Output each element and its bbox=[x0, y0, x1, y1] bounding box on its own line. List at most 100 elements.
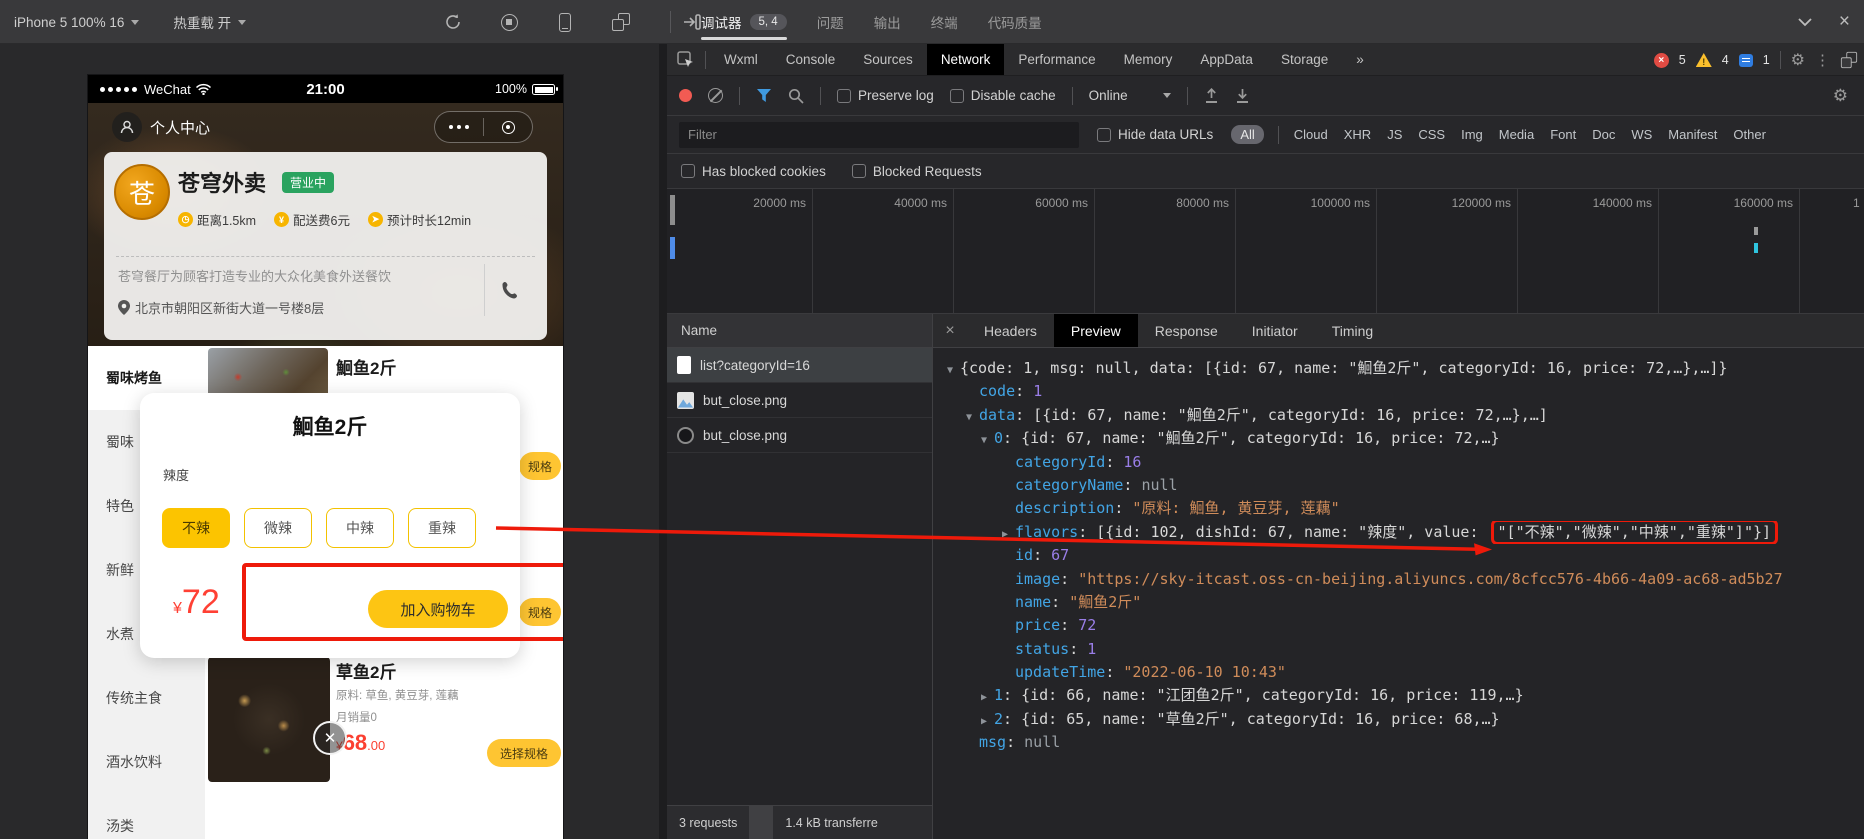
close-target-icon[interactable] bbox=[484, 120, 532, 134]
devtools-tab-wxml[interactable]: Wxml bbox=[710, 44, 772, 75]
filter-input[interactable] bbox=[679, 121, 1079, 148]
preview-tree-row[interactable]: ▼ {code: 1, msg: null, data: [{id: 67, na… bbox=[933, 357, 1864, 380]
phone-call-icon[interactable] bbox=[495, 274, 527, 306]
category-item[interactable]: 传统主食 bbox=[88, 666, 205, 730]
network-overview-timeline[interactable]: 20000 ms 40000 ms 60000 ms 80000 ms 100000 m… bbox=[667, 189, 1864, 314]
gear-icon[interactable]: ⚙ bbox=[1791, 50, 1805, 70]
detail-tab-preview[interactable]: Preview bbox=[1053, 314, 1138, 347]
tree-collapsed-icon[interactable]: ▶ bbox=[981, 710, 994, 731]
dock-side-icon[interactable] bbox=[1840, 51, 1858, 69]
request-row[interactable]: but_close.png bbox=[667, 418, 932, 453]
has-blocked-cookies-checkbox[interactable]: Has blocked cookies bbox=[681, 164, 826, 179]
modal-close-button[interactable]: ✕ bbox=[313, 721, 347, 755]
add-to-cart-button[interactable]: 加入购物车 bbox=[368, 590, 508, 628]
request-list-header[interactable]: Name bbox=[667, 314, 932, 348]
type-chip-img[interactable]: Img bbox=[1460, 125, 1484, 144]
stop-record-icon[interactable] bbox=[496, 9, 522, 35]
preview-tree-row[interactable]: updateTime: "2022-06-10 10:43" bbox=[933, 661, 1864, 684]
tree-expanded-icon[interactable]: ▼ bbox=[947, 359, 960, 380]
throttling-select[interactable]: Online bbox=[1089, 88, 1171, 103]
error-count[interactable]: 5 bbox=[1679, 53, 1686, 67]
preview-tree-row[interactable]: categoryId: 16 bbox=[933, 451, 1864, 474]
duplicate-window-icon[interactable] bbox=[608, 9, 634, 35]
search-icon[interactable] bbox=[788, 88, 804, 104]
filter-funnel-icon[interactable] bbox=[756, 88, 772, 103]
close-detail-icon[interactable]: × bbox=[933, 314, 967, 347]
refresh-icon[interactable] bbox=[440, 9, 466, 35]
devtools-tab-network[interactable]: Network bbox=[926, 44, 1005, 75]
preview-tree-row[interactable]: categoryName: null bbox=[933, 474, 1864, 497]
type-chip-xhr[interactable]: XHR bbox=[1343, 125, 1372, 144]
devtools-tab-console[interactable]: Console bbox=[772, 44, 850, 75]
detail-tab-response[interactable]: Response bbox=[1138, 314, 1235, 347]
device-phone-icon[interactable] bbox=[552, 9, 578, 35]
flavor-button-微辣[interactable]: 微辣 bbox=[244, 508, 312, 548]
editor-tab-终端[interactable]: 终端 bbox=[916, 0, 973, 44]
request-row[interactable]: but_close.png bbox=[667, 383, 932, 418]
message-count[interactable]: 1 bbox=[1763, 53, 1770, 67]
choose-spec-button-partial[interactable]: 规格 bbox=[519, 452, 561, 480]
devtools-tab-memory[interactable]: Memory bbox=[1110, 44, 1187, 75]
export-har-icon[interactable] bbox=[1235, 88, 1250, 104]
preserve-log-checkbox[interactable]: Preserve log bbox=[837, 88, 934, 103]
flavor-button-中辣[interactable]: 中辣 bbox=[326, 508, 394, 548]
type-chip-font[interactable]: Font bbox=[1549, 125, 1577, 144]
warning-count[interactable]: 4 bbox=[1722, 53, 1729, 67]
type-chip-js[interactable]: JS bbox=[1386, 125, 1403, 144]
hot-reload-selector[interactable]: 热重载 开 bbox=[173, 12, 247, 32]
choose-spec-button[interactable]: 选择规格 bbox=[487, 739, 561, 767]
inspect-element-icon[interactable] bbox=[667, 44, 705, 75]
preview-tree-row[interactable]: ▼ data: [{id: 67, name: "鮰鱼2斤", categoryI… bbox=[933, 404, 1864, 427]
device-selector[interactable]: iPhone 5 100% 16 bbox=[14, 15, 140, 30]
detail-tab-headers[interactable]: Headers bbox=[967, 314, 1054, 347]
preview-tree-row[interactable]: ▶ flavors: [{id: 102, dishId: 67, name: "… bbox=[933, 520, 1864, 545]
flavor-button-重辣[interactable]: 重辣 bbox=[408, 508, 476, 548]
detail-tab-initiator[interactable]: Initiator bbox=[1235, 314, 1315, 347]
editor-tab-代码质量[interactable]: 代码质量 bbox=[973, 0, 1057, 44]
type-chip-cloud[interactable]: Cloud bbox=[1293, 125, 1329, 144]
preview-tree-row[interactable]: description: "原料: 鮰鱼, 黄豆芽, 莲藕" bbox=[933, 497, 1864, 520]
editor-tab-调试器[interactable]: 调试器 5, 4 bbox=[686, 0, 802, 44]
tree-expanded-icon[interactable]: ▼ bbox=[981, 429, 994, 450]
panel-splitter[interactable] bbox=[659, 44, 667, 839]
blocked-requests-checkbox[interactable]: Blocked Requests bbox=[851, 164, 982, 179]
detail-tab-timing[interactable]: Timing bbox=[1315, 314, 1391, 347]
preview-tree-row[interactable]: ▶ 1: {id: 66, name: "江团鱼2斤", categoryId: … bbox=[933, 684, 1864, 707]
kebab-menu-icon[interactable]: ⋮ bbox=[1815, 51, 1830, 69]
more-tabs-button[interactable]: » bbox=[1342, 44, 1378, 75]
editor-tab-问题[interactable]: 问题 bbox=[802, 0, 859, 44]
type-chip-media[interactable]: Media bbox=[1498, 125, 1535, 144]
preview-tree-row[interactable]: status: 1 bbox=[933, 638, 1864, 661]
preview-tree-row[interactable]: price: 72 bbox=[933, 614, 1864, 637]
preview-tree-row[interactable]: name: "鮰鱼2斤" bbox=[933, 591, 1864, 614]
tree-expanded-icon[interactable]: ▼ bbox=[966, 406, 979, 427]
preview-tree-row[interactable]: id: 67 bbox=[933, 544, 1864, 567]
editor-tab-输出[interactable]: 输出 bbox=[859, 0, 916, 44]
devtools-tab-storage[interactable]: Storage bbox=[1267, 44, 1342, 75]
devtools-tab-appdata[interactable]: AppData bbox=[1186, 44, 1267, 75]
preview-tree-row[interactable]: ▼ 0: {id: 67, name: "鮰鱼2斤", categoryId: 1… bbox=[933, 427, 1864, 450]
devtools-tab-performance[interactable]: Performance bbox=[1004, 44, 1109, 75]
preview-tree-row[interactable]: ▶ 2: {id: 65, name: "草鱼2斤", categoryId: 1… bbox=[933, 708, 1864, 731]
close-icon[interactable]: × bbox=[1839, 11, 1850, 33]
disable-cache-checkbox[interactable]: Disable cache bbox=[949, 88, 1056, 103]
preview-tree-row[interactable]: msg: null bbox=[933, 731, 1864, 754]
avatar[interactable] bbox=[112, 112, 142, 142]
preview-tree-row[interactable]: image: "https://sky-itcast.oss-cn-beijin… bbox=[933, 568, 1864, 591]
record-button[interactable] bbox=[679, 89, 692, 102]
clear-icon[interactable] bbox=[708, 88, 723, 103]
preview-tree-row[interactable]: code: 1 bbox=[933, 380, 1864, 403]
menu-dots-icon[interactable] bbox=[435, 124, 483, 130]
type-chip-ws[interactable]: WS bbox=[1630, 125, 1653, 144]
category-item[interactable]: 酒水饮料 bbox=[88, 730, 205, 794]
flavor-button-不辣[interactable]: 不辣 bbox=[162, 508, 230, 548]
type-chip-manifest[interactable]: Manifest bbox=[1667, 125, 1718, 144]
tree-collapsed-icon[interactable]: ▶ bbox=[1002, 523, 1015, 544]
type-chip-doc[interactable]: Doc bbox=[1591, 125, 1616, 144]
devtools-tab-sources[interactable]: Sources bbox=[849, 44, 927, 75]
network-settings-gear-icon[interactable]: ⚙ bbox=[1833, 86, 1848, 106]
collapse-chevron-icon[interactable] bbox=[1797, 17, 1813, 27]
type-chip-css[interactable]: CSS bbox=[1417, 125, 1446, 144]
tree-collapsed-icon[interactable]: ▶ bbox=[981, 686, 994, 707]
category-item[interactable]: 汤类 bbox=[88, 794, 205, 839]
